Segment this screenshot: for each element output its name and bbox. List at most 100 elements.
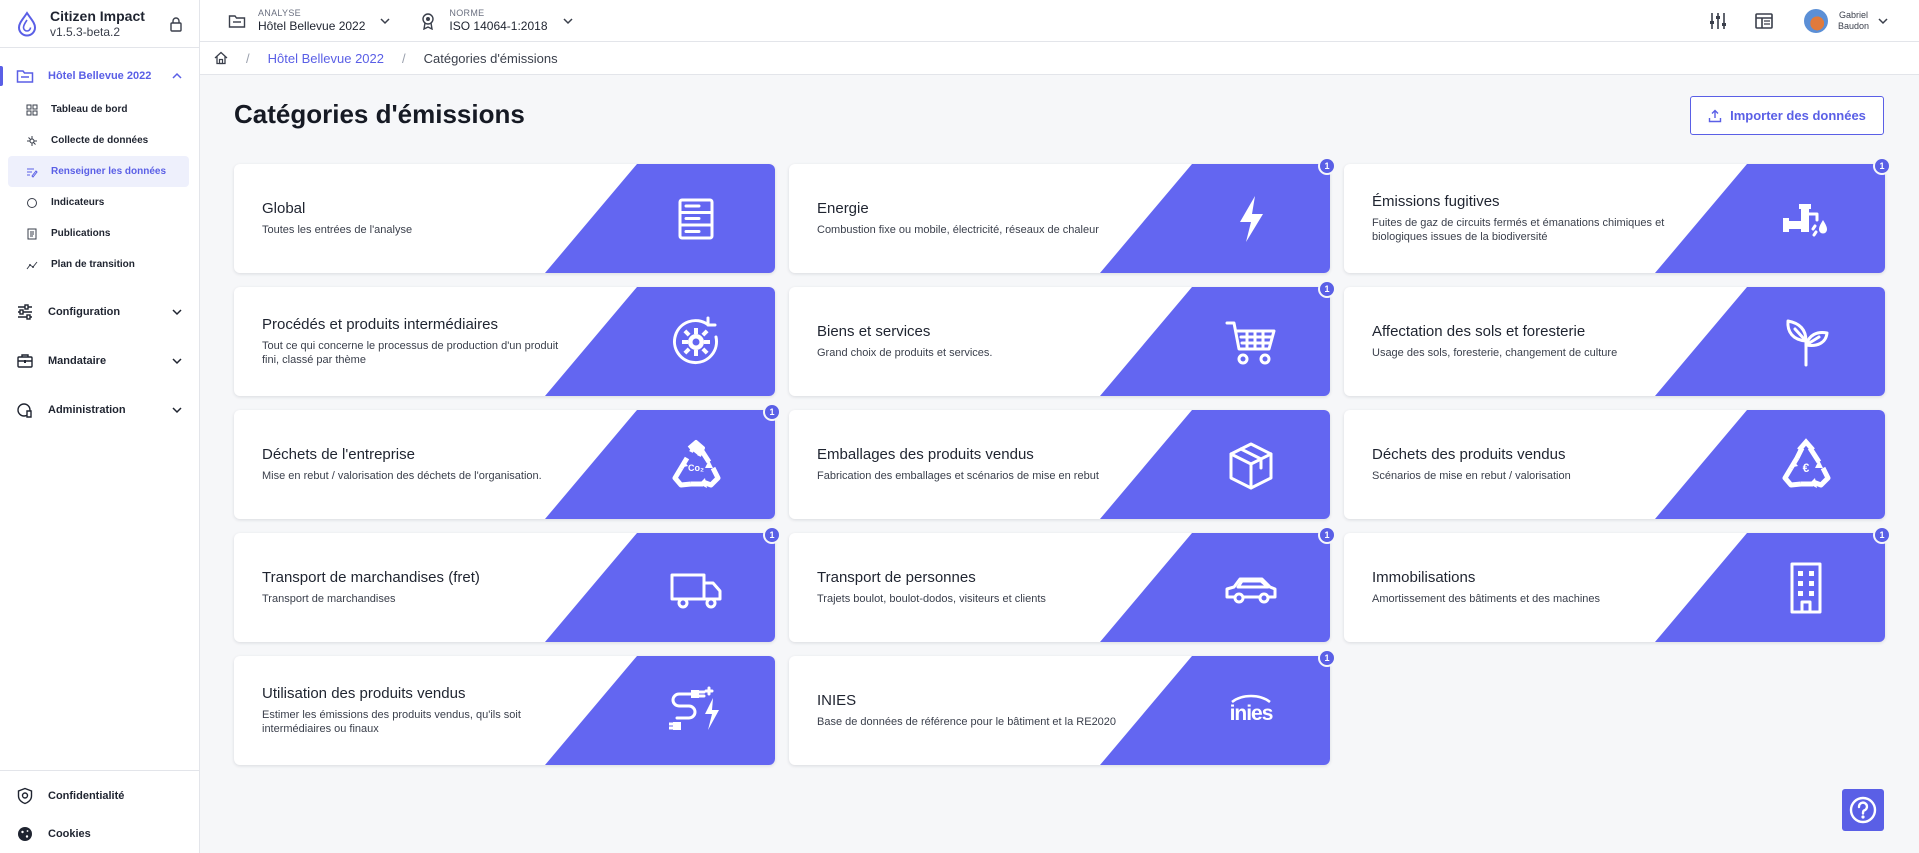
card-body: Déchets de l'entreprise Mise en rebut / … — [234, 410, 775, 519]
category-title: Émissions fugitives — [1372, 193, 1500, 210]
card-body: Utilisation des produits vendus Estimer … — [234, 656, 775, 765]
page-title: Catégories d'émissions — [234, 99, 525, 129]
chevron-down-icon — [1878, 17, 1888, 24]
brand-version: v1.5.3-beta.2 — [50, 25, 121, 39]
nav-dashboard[interactable]: Tableau de bord — [8, 94, 189, 125]
card-accent-band — [545, 533, 775, 642]
upload-icon — [1708, 109, 1722, 122]
analysis-selector[interactable]: ANALYSE Hôtel Bellevue 2022 — [200, 0, 391, 42]
category-card[interactable]: Procédés et produits intermédiaires Tout… — [234, 287, 775, 396]
svg-text:Co₂: Co₂ — [688, 463, 704, 473]
nav-cookies-label: Cookies — [48, 828, 91, 840]
sidebar-footer: Confidentialité Cookies — [0, 770, 199, 853]
category-card[interactable]: Affectation des sols et foresterie Usage… — [1344, 287, 1885, 396]
brand: Citizen Impact v1.5.3-beta.2 — [0, 0, 199, 48]
card-accent-band — [1100, 287, 1330, 396]
sliders-icon — [18, 304, 32, 320]
category-description: Mise en rebut / valorisation des déchets… — [262, 470, 542, 482]
settings-sliders-icon[interactable] — [1708, 11, 1728, 31]
category-description: Fuites de gaz de circuits fermés et éman… — [1372, 217, 1665, 243]
import-data-button[interactable]: Importer des données — [1690, 96, 1884, 135]
nav-enter-data[interactable]: Renseigner les données — [8, 156, 189, 187]
nav-transition-plan[interactable]: Plan de transition — [8, 249, 189, 280]
category-card[interactable]: Utilisation des produits vendus Estimer … — [234, 656, 775, 765]
card-accent-band — [545, 164, 775, 273]
category-title: Affectation des sols et foresterie — [1372, 323, 1586, 340]
count-badge: 1 — [1318, 280, 1336, 298]
network-icon — [27, 135, 37, 146]
nav-administration[interactable]: Administration — [0, 392, 199, 428]
card-accent-band — [1655, 533, 1885, 642]
chevron-down-icon — [172, 358, 182, 365]
card-body: INIES Base de données de référence pour … — [789, 656, 1330, 765]
import-data-label: Importer des données — [1730, 108, 1866, 123]
building-icon — [1790, 562, 1822, 614]
norm-selector[interactable]: NORME ISO 14064-1:2018 — [391, 0, 573, 42]
category-card[interactable]: Emballages des produits vendus Fabricati… — [789, 410, 1330, 519]
svg-text:inies: inies — [1230, 702, 1273, 725]
cookie-icon — [18, 827, 32, 841]
category-card[interactable]: Immobilisations Amortissement des bâtime… — [1344, 526, 1891, 642]
breadcrumb-current: Catégories d'émissions — [423, 50, 558, 66]
category-title: Utilisation des produits vendus — [262, 685, 466, 702]
category-title: Global — [262, 200, 306, 217]
nav-configuration[interactable]: Configuration — [0, 294, 199, 330]
category-description: Grand choix de produits et services. — [817, 347, 993, 359]
award-icon — [422, 12, 435, 30]
user-menu[interactable]: Gabriel Baudon — [1803, 8, 1889, 33]
category-card[interactable]: INIES Base de données de référence pour … — [789, 649, 1336, 765]
lock-icon[interactable] — [169, 16, 183, 32]
help-button[interactable] — [1842, 789, 1884, 831]
nav-data-collection[interactable]: Collecte de données — [8, 125, 189, 156]
category-card[interactable]: Transport de personnes Trajets boulot, b… — [789, 526, 1336, 642]
nav-mandataire[interactable]: Mandataire — [0, 343, 199, 379]
truck-icon — [670, 573, 722, 609]
count-badge: 1 — [1318, 649, 1336, 667]
category-card[interactable]: Transport de marchandises (fret) Transpo… — [234, 526, 781, 642]
analysis-label: ANALYSE — [258, 8, 301, 18]
category-description: Scénarios de mise en rebut / valorisatio… — [1372, 470, 1571, 482]
pipe-leak-icon — [1783, 204, 1827, 237]
card-body: Procédés et produits intermédiaires Tout… — [234, 287, 775, 396]
breadcrumb-separator: / — [401, 50, 406, 66]
breadcrumb-project-link[interactable]: Hôtel Bellevue 2022 — [268, 51, 384, 66]
trend-icon — [26, 261, 38, 269]
card-accent-band — [545, 656, 775, 765]
category-card[interactable]: Émissions fugitives Fuites de gaz de cir… — [1344, 157, 1891, 273]
card-body: Transport de marchandises (fret) Transpo… — [234, 533, 775, 642]
card-accent-band — [1100, 656, 1330, 765]
card-accent-band — [545, 410, 775, 519]
nav-enter-data-label: Renseigner les données — [51, 166, 167, 177]
nav-project[interactable]: Hôtel Bellevue 2022 — [0, 58, 199, 94]
inies-logo: inies — [1230, 694, 1274, 725]
nav-indicators[interactable]: Indicateurs — [8, 187, 189, 218]
analysis-value: Hôtel Bellevue 2022 — [258, 19, 366, 33]
category-card[interactable]: Biens et services Grand choix de produit… — [789, 280, 1336, 396]
document-icon — [27, 228, 37, 239]
nav-privacy[interactable]: Confidentialité — [0, 777, 199, 815]
category-description: Amortissement des bâtiments et des machi… — [1372, 593, 1601, 605]
main-nav: Hôtel Bellevue 2022 Tableau de bord Coll… — [0, 48, 199, 428]
card-accent-band — [1100, 164, 1330, 273]
chevron-down-icon — [172, 309, 182, 316]
layout-icon[interactable] — [1754, 11, 1774, 31]
category-title: Transport de marchandises (fret) — [262, 569, 480, 586]
cart-icon — [1225, 321, 1276, 365]
card-accent-band — [545, 287, 775, 396]
category-description: Trajets boulot, boulot-dodos, visiteurs … — [817, 593, 1046, 605]
briefcase-icon — [17, 354, 33, 368]
brand-name: Citizen Impact — [50, 8, 145, 24]
home-icon[interactable] — [214, 51, 228, 65]
lightning-icon — [1240, 196, 1263, 242]
nav-cookies[interactable]: Cookies — [0, 815, 199, 853]
user-last-name: Baudon — [1837, 20, 1869, 31]
nav-publications[interactable]: Publications — [8, 218, 189, 249]
category-card[interactable]: Déchets des produits vendus Scénarios de… — [1344, 410, 1885, 519]
help-icon — [1849, 796, 1877, 824]
category-card[interactable]: Energie Combustion fixe ou mobile, élect… — [789, 157, 1336, 273]
category-title: Déchets de l'entreprise — [262, 446, 415, 463]
nav-data-collection-label: Collecte de données — [51, 135, 149, 146]
edit-list-icon — [27, 168, 38, 178]
category-card[interactable]: Global Toutes les entrées de l'analyse — [234, 164, 775, 273]
category-card[interactable]: Déchets de l'entreprise Mise en rebut / … — [234, 403, 781, 519]
